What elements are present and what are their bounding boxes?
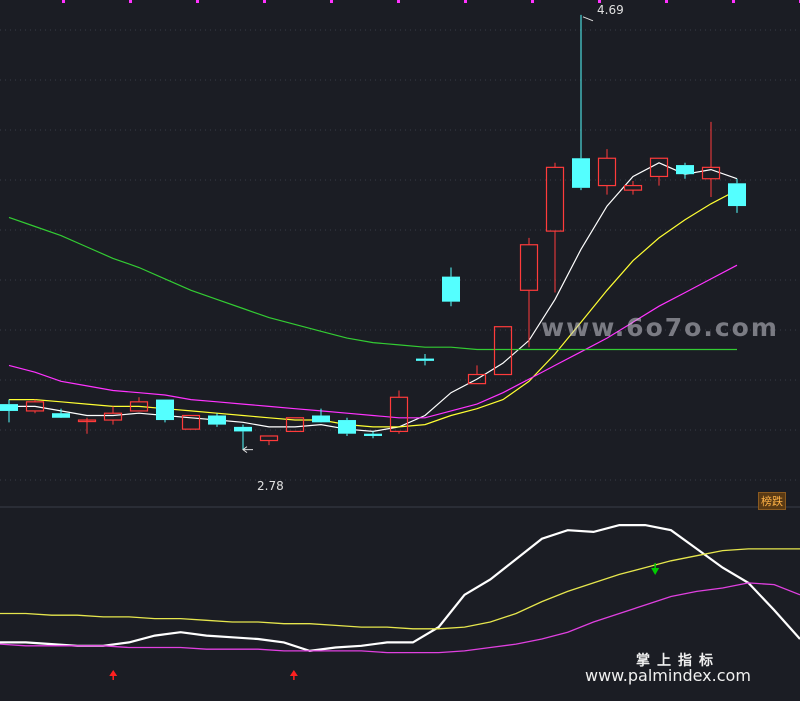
candle-body [208,415,226,425]
top-tick [531,0,534,3]
candle-body [234,426,252,432]
buy-signal-arrow-head [109,670,118,676]
top-tick [263,0,266,3]
sell-signal-arrow-head [651,568,660,575]
high-price-label: 4.69 [597,3,624,17]
top-tick [129,0,132,3]
candle-body [519,244,539,291]
candle-body [442,276,460,302]
chart-canvas [0,0,800,680]
candle-body [52,413,70,418]
watermark-top: www.6o7o.com [541,313,779,342]
candle-body [676,165,694,175]
candle-body [545,166,565,232]
top-tick [464,0,467,3]
top-tick [196,0,199,3]
buy-signal-arrow-head [289,670,298,676]
candle-body [103,412,123,421]
candle-body [597,157,617,187]
top-tick [397,0,400,3]
high-arrow [582,16,594,22]
candle-body [338,420,356,434]
watermark-url: www.palmindex.com [585,666,751,685]
candle-body [728,183,746,207]
oscillator-line-0 [0,523,800,653]
candle-body [364,433,382,436]
candle-body [259,435,279,442]
oscillator-line-1 [0,548,800,630]
top-tick [732,0,735,3]
candle-body [0,404,18,411]
candle-body [649,157,669,178]
candle-body [572,158,590,188]
status-badge: 榜跌 [758,492,786,510]
candle-body [312,415,330,423]
top-tick [665,0,668,3]
candle-body [623,184,643,191]
top-tick [62,0,65,3]
candle-body [416,358,434,361]
low-price-label: 2.78 [257,479,284,493]
candle-body [156,399,174,421]
top-tick [330,0,333,3]
